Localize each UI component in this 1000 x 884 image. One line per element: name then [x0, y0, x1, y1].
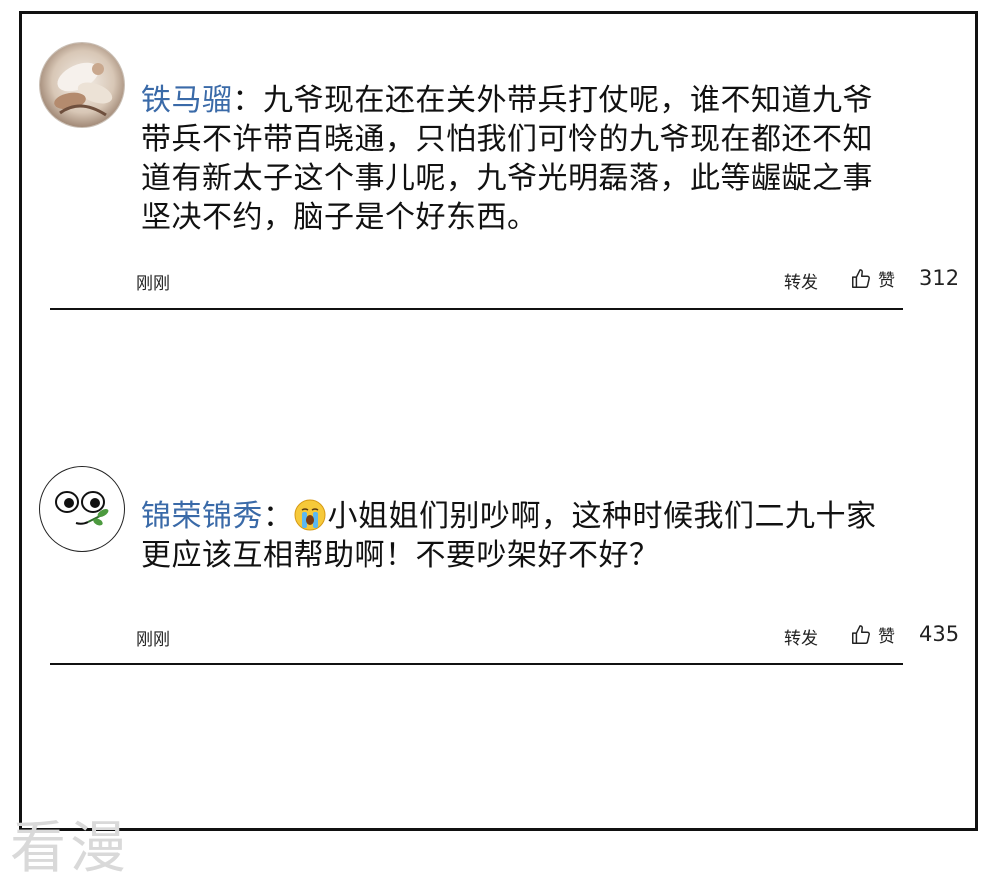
- repost-button-2[interactable]: 转发: [784, 624, 818, 649]
- separator-2: ：: [263, 499, 294, 534]
- like-label-1: 赞: [878, 271, 895, 291]
- user-avatar-2[interactable]: [39, 466, 125, 552]
- like-button-2[interactable]: 赞: [850, 622, 895, 647]
- like-count-1: 312: [919, 266, 960, 290]
- divider-2: [50, 663, 903, 665]
- thumbs-up-icon: [852, 624, 870, 644]
- like-count-2: 435: [919, 622, 960, 646]
- comment-panel: 铁马骝：九爷现在还在关外带兵打仗呢，谁不知道九爷带兵不许带百晓通，只怕我们可怜的…: [19, 11, 978, 831]
- photo-avatar-icon: [40, 43, 124, 127]
- comment-text-1: 铁马骝：九爷现在还在关外带兵打仗呢，谁不知道九爷带兵不许带百晓通，只怕我们可怜的…: [141, 81, 901, 237]
- crying-face-icon: [294, 499, 325, 531]
- comment-text-2: 锦荣锦秀： 小姐姐们别吵啊，这种时候我们二九十家更应该互相帮助啊！不要吵架好不好…: [141, 497, 901, 575]
- username-2[interactable]: 锦荣锦秀: [141, 499, 263, 534]
- repost-button-1[interactable]: 转发: [784, 268, 818, 293]
- like-label-2: 赞: [878, 627, 895, 647]
- username-1[interactable]: 铁马骝: [141, 83, 233, 118]
- separator-1: ：: [232, 83, 263, 118]
- divider-1: [50, 308, 903, 310]
- timestamp-1: 刚刚: [136, 274, 170, 294]
- user-avatar-1[interactable]: [39, 42, 125, 128]
- like-button-1[interactable]: 赞: [850, 266, 895, 291]
- cartoon-face-avatar-icon: [55, 491, 109, 526]
- timestamp-2: 刚刚: [136, 630, 170, 650]
- thumbs-up-icon: [852, 268, 870, 288]
- watermark: 看漫: [10, 816, 130, 881]
